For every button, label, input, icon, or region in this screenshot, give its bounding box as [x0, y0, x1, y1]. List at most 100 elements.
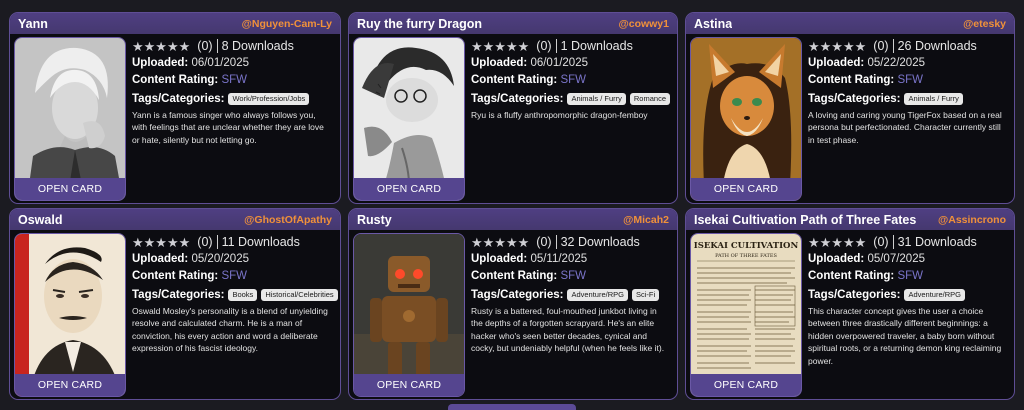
uploaded-date: 05/07/2025 [867, 253, 925, 265]
star-icon[interactable]: ★★★★★ [132, 40, 190, 53]
star-rating[interactable]: ★★★★★ [132, 40, 191, 53]
content-rating-label: Content Rating: [132, 270, 219, 282]
star-rating[interactable]: ★★★★★ [471, 236, 530, 249]
load-more-button[interactable] [448, 404, 576, 410]
content-rating-value: SFW [221, 74, 247, 86]
card-header: Yann @Nguyen-Cam-Ly [10, 13, 340, 34]
card-author-link[interactable]: @etesky [963, 18, 1006, 30]
open-card-button[interactable]: OPEN CARD [354, 374, 464, 396]
character-card: Isekai Cultivation Path of Three Fates @… [685, 208, 1015, 400]
rating-count: (0) [536, 235, 552, 249]
character-card: Astina @etesky OPEN CARD ★★★★★ (0) 26 Do… [685, 12, 1015, 204]
card-header: Isekai Cultivation Path of Three Fates @… [686, 209, 1014, 230]
divider [892, 235, 894, 249]
dragon-sketch-image [354, 38, 464, 200]
card-info: ★★★★★ (0) 32 Downloads Uploaded: 05/11/2… [471, 233, 671, 355]
card-info: ★★★★★ (0) 1 Downloads Uploaded: 06/01/20… [471, 37, 671, 121]
star-rating[interactable]: ★★★★★ [808, 40, 867, 53]
open-card-button[interactable]: OPEN CARD [691, 178, 801, 200]
content-rating-label: Content Rating: [808, 270, 895, 282]
character-card: Yann @Nguyen-Cam-Ly OPEN CARD ★★★★★ (0) … [9, 12, 341, 204]
card-thumbnail[interactable]: ISEKAI CULTIVATION PATH OF THREE FATES O… [690, 233, 802, 397]
card-title[interactable]: Ruy the furry Dragon [357, 17, 482, 31]
card-author-link[interactable]: @Nguyen-Cam-Ly [242, 18, 332, 30]
divider [216, 39, 218, 53]
uploaded-label: Uploaded: [471, 253, 528, 265]
tag-chip[interactable]: Animals / Furry [567, 92, 626, 105]
uploaded-label: Uploaded: [808, 57, 865, 69]
download-count: 1 Downloads [560, 39, 633, 53]
tag-chip[interactable]: Adventure/RPG [567, 288, 628, 301]
portrait-image [15, 38, 125, 200]
document-thumbnail-image: ISEKAI CULTIVATION PATH OF THREE FATES [691, 234, 801, 396]
card-title[interactable]: Astina [694, 17, 732, 31]
tag-chip[interactable]: Animals / Furry [904, 92, 963, 105]
uploaded-label: Uploaded: [808, 253, 865, 265]
star-rating[interactable]: ★★★★★ [132, 236, 191, 249]
rating-row: ★★★★★ (0) 32 Downloads [471, 233, 671, 251]
card-thumbnail[interactable]: OPEN CARD [353, 233, 465, 397]
star-icon[interactable]: ★★★★★ [808, 236, 866, 249]
tag-chip[interactable]: Adventure/RPG [904, 288, 965, 301]
uploaded-date: 06/01/2025 [191, 57, 249, 69]
rating-count: (0) [197, 235, 213, 249]
card-author-link[interactable]: @Assincrono [938, 214, 1006, 226]
card-description: Rusty is a battered, foul-mouthed junkbo… [471, 306, 665, 354]
content-rating-value: SFW [897, 74, 923, 86]
divider [216, 235, 218, 249]
open-card-button[interactable]: OPEN CARD [354, 178, 464, 200]
card-info: ★★★★★ (0) 31 Downloads Uploaded: 05/07/2… [808, 233, 1008, 367]
card-thumbnail[interactable]: OPEN CARD [14, 233, 126, 397]
divider [555, 235, 557, 249]
tags-label: Tags/Categories: [132, 92, 225, 105]
card-header: Oswald @GhostOfApathy [10, 209, 340, 230]
star-icon[interactable]: ★★★★★ [471, 236, 529, 249]
star-icon[interactable]: ★★★★★ [808, 40, 866, 53]
uploaded-label: Uploaded: [132, 253, 189, 265]
content-rating-value: SFW [560, 74, 586, 86]
thumbnail-title: ISEKAI CULTIVATION [694, 241, 799, 251]
content-rating-label: Content Rating: [808, 74, 895, 86]
card-description: Ryu is a fluffy anthropomorphic dragon-f… [471, 110, 648, 120]
card-title[interactable]: Isekai Cultivation Path of Three Fates [694, 213, 916, 227]
uploaded-date: 06/01/2025 [530, 57, 588, 69]
card-title[interactable]: Yann [18, 17, 48, 31]
card-author-link[interactable]: @GhostOfApathy [244, 214, 332, 226]
rating-row: ★★★★★ (0) 8 Downloads [132, 37, 334, 55]
star-rating[interactable]: ★★★★★ [471, 40, 530, 53]
rating-count: (0) [873, 39, 889, 53]
open-card-button[interactable]: OPEN CARD [15, 178, 125, 200]
star-icon[interactable]: ★★★★★ [471, 40, 529, 53]
tag-chip[interactable]: Work/Profession/Jobs [228, 92, 310, 105]
content-rating-value: SFW [897, 270, 923, 282]
content-rating-value: SFW [221, 270, 247, 282]
card-description: Yann is a famous singer who always follo… [132, 110, 324, 145]
thumbnail-subtitle: PATH OF THREE FATES [715, 253, 777, 259]
card-thumbnail[interactable]: OPEN CARD [690, 37, 802, 201]
rating-row: ★★★★★ (0) 1 Downloads [471, 37, 671, 55]
uploaded-date: 05/22/2025 [867, 57, 925, 69]
card-title[interactable]: Rusty [357, 213, 392, 227]
character-card: Rusty @Micah2 OPEN CARD ★★★★★ (0) 32 Dow… [348, 208, 678, 400]
card-thumbnail[interactable]: OPEN CARD [353, 37, 465, 201]
tags-label: Tags/Categories: [132, 288, 225, 301]
open-card-button[interactable]: OPEN CARD [691, 374, 801, 396]
star-rating[interactable]: ★★★★★ [808, 236, 867, 249]
tag-chip[interactable]: Books [228, 288, 258, 301]
open-card-button[interactable]: OPEN CARD [15, 374, 125, 396]
tag-chip[interactable]: Historical/Celebrities [261, 288, 338, 301]
uploaded-date: 05/20/2025 [191, 253, 249, 265]
card-header: Ruy the furry Dragon @cowwy1 [349, 13, 677, 34]
card-author-link[interactable]: @cowwy1 [618, 18, 669, 30]
tag-chip[interactable]: Romance [629, 92, 670, 105]
download-count: 11 Downloads [221, 235, 300, 249]
star-icon[interactable]: ★★★★★ [132, 236, 190, 249]
card-author-link[interactable]: @Micah2 [623, 214, 669, 226]
tag-chip[interactable]: Sci-Fi [631, 288, 660, 301]
card-info: ★★★★★ (0) 26 Downloads Uploaded: 05/22/2… [808, 37, 1008, 146]
card-header: Rusty @Micah2 [349, 209, 677, 230]
card-title[interactable]: Oswald [18, 213, 62, 227]
oswald-portrait-image [15, 234, 125, 396]
card-thumbnail[interactable]: OPEN CARD [14, 37, 126, 201]
divider [892, 39, 894, 53]
